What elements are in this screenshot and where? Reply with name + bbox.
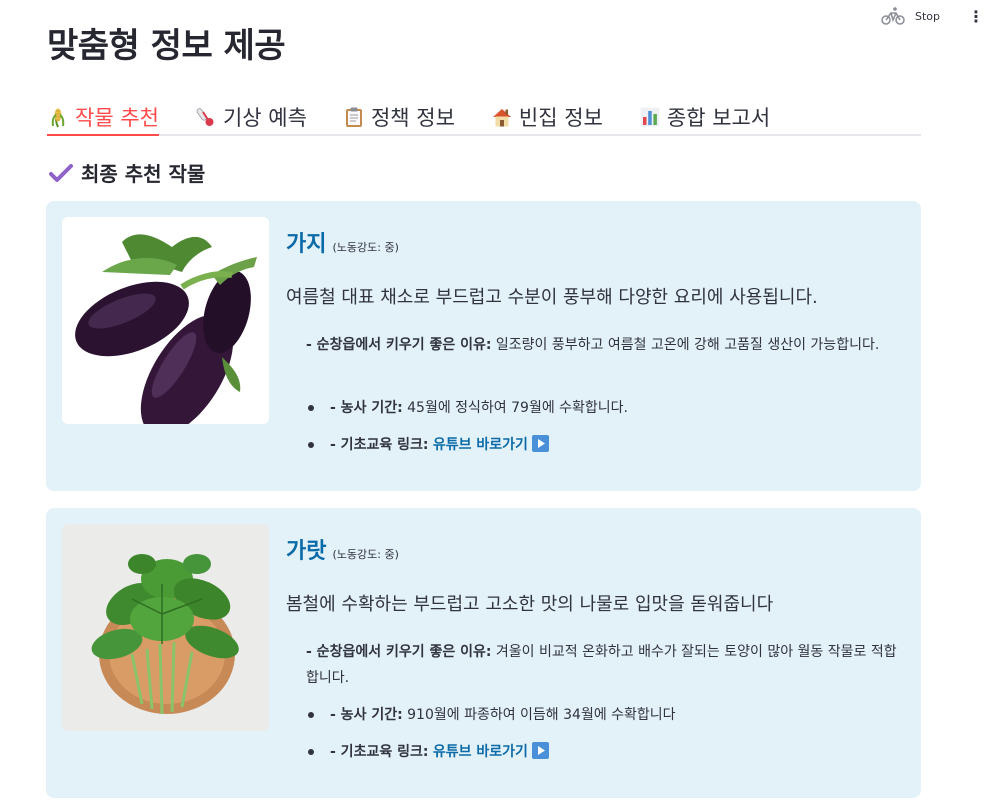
tab-weather-forecast[interactable]: 기상 예측 bbox=[195, 100, 307, 134]
link-label: - 기초교육 링크: bbox=[330, 437, 429, 453]
link-label: - 기초교육 링크: bbox=[330, 744, 429, 760]
list-item: - 농사 기간: 45월에 정식하여 79월에 수확합니다. bbox=[308, 395, 628, 432]
youtube-link[interactable]: 유튜브 바로가기 bbox=[433, 744, 528, 760]
status-bar: Stop ⋮ bbox=[881, 6, 984, 26]
stop-button[interactable]: Stop bbox=[915, 10, 940, 23]
main-menu-icon[interactable]: ⋮ bbox=[968, 7, 984, 26]
reason-text: 일조량이 풍부하고 여름철 고온에 강해 고품질 생산이 가능합니다. bbox=[491, 337, 880, 353]
bicycle-icon bbox=[881, 7, 905, 25]
check-mark-icon bbox=[49, 163, 73, 182]
youtube-link[interactable]: 유튜브 바로가기 bbox=[433, 437, 528, 453]
tab-label: 빈집 정보 bbox=[518, 106, 603, 130]
labor-intensity: (노동강도: 중) bbox=[332, 241, 399, 254]
tab-label: 기상 예측 bbox=[222, 106, 307, 130]
tab-bar: 작물 추천 기상 예측 정책 정보 빈집 정보 종합 보고서 bbox=[47, 100, 921, 136]
tab-label: 작물 추천 bbox=[75, 106, 159, 130]
labor-intensity: (노동강도: 중) bbox=[332, 548, 399, 561]
reason-label: - 순창읍에서 키우기 좋은 이유: bbox=[306, 644, 492, 660]
list-item: - 기초교육 링크: 유튜브 바로가기 bbox=[308, 739, 676, 776]
list-item: - 농사 기간: 910월에 파종하여 이듬해 34월에 수확합니다 bbox=[308, 702, 676, 739]
crop-description: 여름철 대표 채소로 부드럽고 수분이 풍부해 다양한 요리에 사용됩니다. bbox=[286, 287, 818, 308]
play-button-icon[interactable] bbox=[531, 742, 549, 759]
eggplant-image bbox=[62, 217, 269, 424]
crop-card: 가랏 (노동강도: 중) 봄철에 수확하는 부드럽고 고소한 맛의 나물로 입맛… bbox=[46, 508, 921, 798]
section-heading: 최종 추천 작물 bbox=[49, 158, 205, 187]
tab-policy-info[interactable]: 정책 정보 bbox=[343, 100, 455, 134]
crop-details-list: - 농사 기간: 910월에 파종하여 이듬해 34월에 수확합니다 - 기초교… bbox=[308, 702, 676, 776]
growing-reason: - 순창읍에서 키우기 좋은 이유: 겨울이 비교적 온화하고 배수가 잘되는 … bbox=[306, 639, 906, 691]
house-icon bbox=[492, 109, 511, 127]
arugula-image bbox=[62, 524, 269, 731]
list-item: - 기초교육 링크: 유튜브 바로가기 bbox=[308, 432, 628, 469]
period-label: - 농사 기간: bbox=[330, 400, 403, 416]
crop-name: 가랏 bbox=[286, 539, 327, 564]
tab-summary-report[interactable]: 종합 보고서 bbox=[639, 100, 770, 134]
page-title: 맞춤형 정보 제공 bbox=[47, 26, 286, 66]
play-button-icon[interactable] bbox=[531, 435, 549, 452]
tab-label: 정책 정보 bbox=[370, 106, 455, 130]
tab-crop-recommendation[interactable]: 작물 추천 bbox=[47, 100, 159, 136]
section-heading-text: 최종 추천 작물 bbox=[81, 162, 206, 186]
period-text: 910월에 파종하여 이듬해 34월에 수확합니다 bbox=[402, 707, 676, 723]
crop-name-row: 가랏 (노동강도: 중) bbox=[286, 533, 399, 565]
crop-details-list: - 농사 기간: 45월에 정식하여 79월에 수확합니다. - 기초교육 링크… bbox=[308, 395, 628, 469]
crop-name-row: 가지 (노동강도: 중) bbox=[286, 226, 399, 258]
thermometer-icon bbox=[196, 108, 214, 126]
bar-chart-icon bbox=[640, 107, 660, 127]
growing-reason: - 순창읍에서 키우기 좋은 이유: 일조량이 풍부하고 여름철 고온에 강해 … bbox=[306, 332, 906, 358]
crop-name: 가지 bbox=[286, 232, 327, 257]
reason-label: - 순창읍에서 키우기 좋은 이유: bbox=[306, 337, 492, 353]
crop-icon bbox=[51, 108, 65, 128]
period-label: - 농사 기간: bbox=[330, 707, 403, 723]
tab-vacant-house-info[interactable]: 빈집 정보 bbox=[491, 100, 603, 134]
crop-description: 봄철에 수확하는 부드럽고 고소한 맛의 나물로 입맛을 돋워줍니다 bbox=[286, 594, 774, 615]
crop-card: 가지 (노동강도: 중) 여름철 대표 채소로 부드럽고 수분이 풍부해 다양한… bbox=[46, 201, 921, 491]
tab-label: 종합 보고서 bbox=[666, 106, 771, 130]
clipboard-icon bbox=[345, 107, 362, 127]
period-text: 45월에 정식하여 79월에 수확합니다. bbox=[402, 400, 629, 416]
